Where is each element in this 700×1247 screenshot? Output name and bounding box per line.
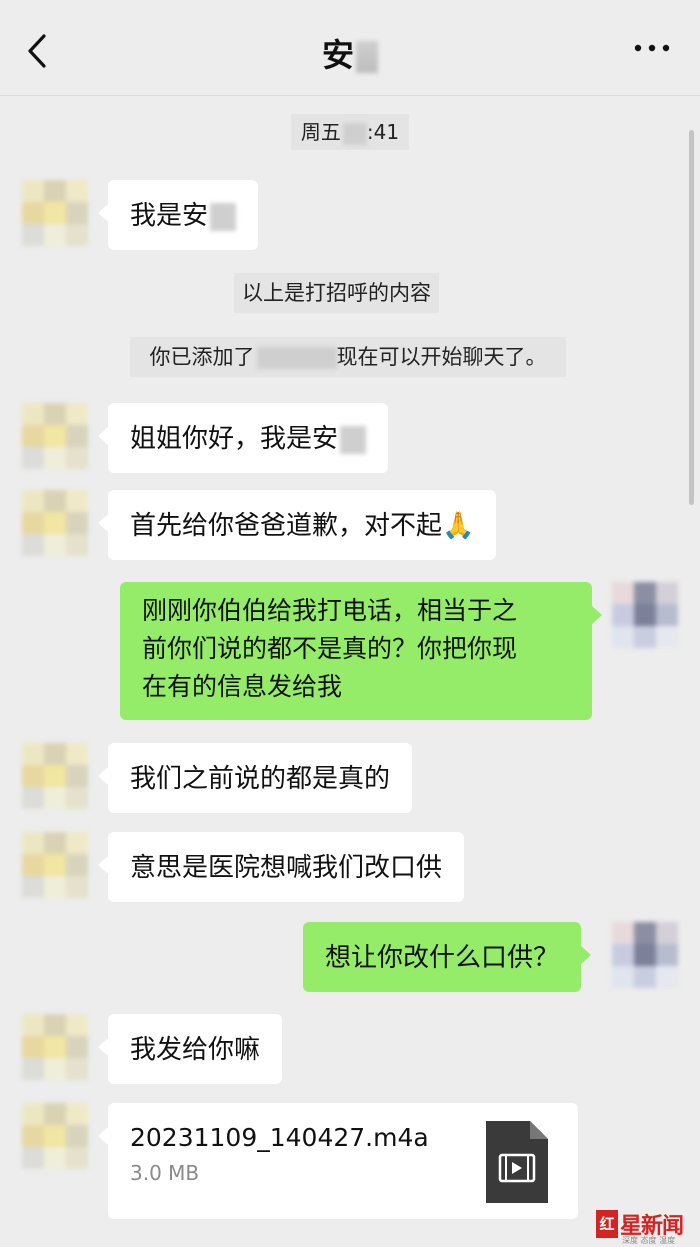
message-text: 我是安 xyxy=(130,201,209,231)
more-horizontal-icon[interactable] xyxy=(632,38,672,58)
contact-avatar[interactable] xyxy=(22,403,88,469)
redacted-name xyxy=(356,41,378,73)
redacted-text xyxy=(210,202,237,231)
message-text: 想让你改什么口供？ xyxy=(325,943,560,973)
contact-avatar[interactable] xyxy=(22,180,88,246)
contact-avatar[interactable] xyxy=(22,743,88,809)
message-text-line: 前你们说的都不是真的？你把你现 xyxy=(142,634,518,663)
system-message: 你已添加了 现在可以开始聊天了。 xyxy=(130,337,566,377)
message-text: 首先给你爸爸道歉，对不起🙏 xyxy=(130,511,475,541)
redacted-text xyxy=(340,425,367,454)
contact-avatar[interactable] xyxy=(22,490,88,556)
file-size: 3.0 MB xyxy=(130,1161,200,1185)
contact-name: 安 xyxy=(321,36,354,74)
my-avatar[interactable] xyxy=(612,582,678,648)
contact-avatar[interactable] xyxy=(22,1014,88,1080)
message-text: 我发给你嘛 xyxy=(130,1035,261,1065)
message-bubble-incoming[interactable]: 我们之前说的都是真的 xyxy=(97,743,413,813)
video-file-icon xyxy=(486,1121,548,1203)
chat-header: 安 xyxy=(0,0,700,96)
my-avatar[interactable] xyxy=(612,922,678,988)
contact-avatar[interactable] xyxy=(22,832,88,898)
message-text-line: 刚刚你伯伯给我打电话，相当于之 xyxy=(142,596,518,625)
chat-title: 安 xyxy=(0,30,700,76)
message-text: 意思是医院想喊我们改口供 xyxy=(130,853,443,883)
timestamp: 周五:41 xyxy=(291,114,409,150)
message-bubble-outgoing[interactable]: 刚刚你伯伯给我打电话，相当于之 前你们说的都不是真的？你把你现 在有的信息发给我 xyxy=(120,582,602,720)
message-text-line: 在有的信息发给我 xyxy=(142,672,343,701)
message-text: 姐姐你好，我是安 xyxy=(130,424,339,454)
file-message[interactable]: 20231109_140427.m4a 3.0 MB xyxy=(98,1103,578,1219)
message-text: 我们之前说的都是真的 xyxy=(130,764,391,794)
message-bubble-incoming[interactable]: 我是安 xyxy=(97,180,259,250)
message-bubble-incoming[interactable]: 我发给你嘛 xyxy=(97,1014,283,1084)
message-bubble-incoming[interactable]: 首先给你爸爸道歉，对不起🙏 xyxy=(97,490,497,560)
message-bubble-incoming[interactable]: 姐姐你好，我是安 xyxy=(97,403,389,473)
scrollbar[interactable] xyxy=(689,130,694,505)
contact-avatar[interactable] xyxy=(22,1103,88,1169)
system-message: 以上是打招呼的内容 xyxy=(234,273,439,313)
message-bubble-outgoing[interactable]: 想让你改什么口供？ xyxy=(303,922,592,992)
message-bubble-incoming[interactable]: 意思是医院想喊我们改口供 xyxy=(97,832,465,902)
news-watermark: 红 星新闻 深度 态度 温度 xyxy=(596,1206,696,1245)
file-name: 20231109_140427.m4a xyxy=(130,1123,429,1152)
